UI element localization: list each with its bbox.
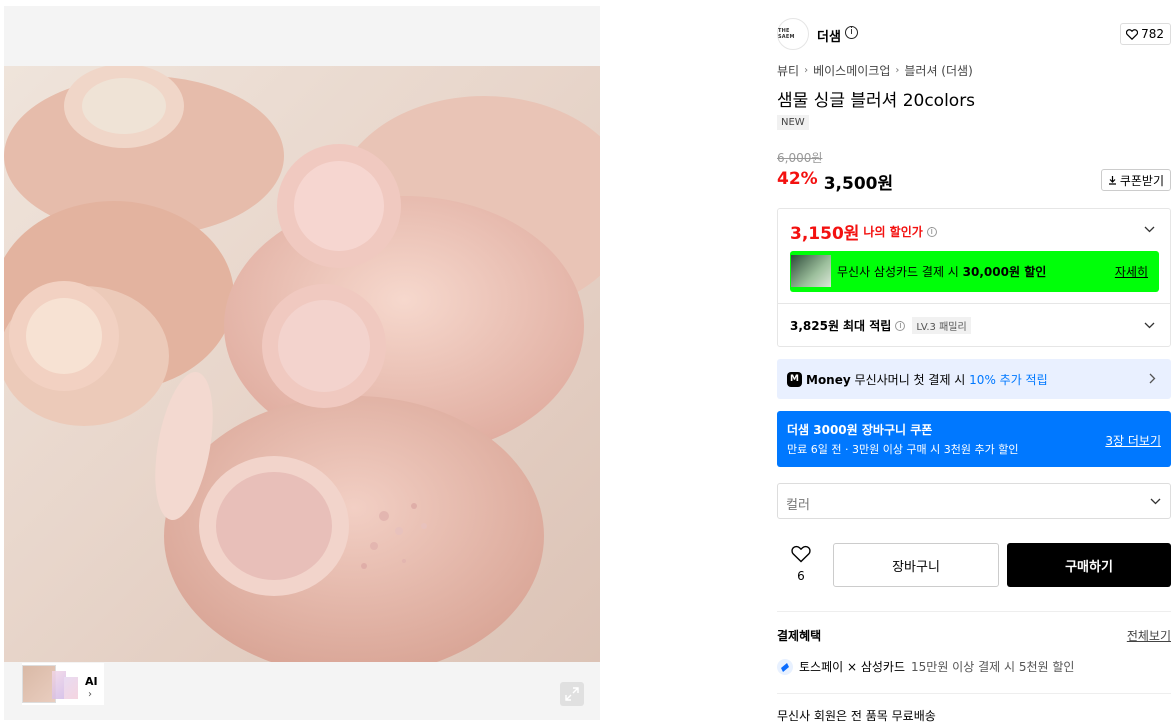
- card-detail-link[interactable]: 자세히: [1115, 263, 1148, 280]
- chevron-right-icon: ›: [804, 65, 809, 76]
- heart-icon: [791, 545, 811, 563]
- expand-button[interactable]: [560, 682, 584, 706]
- breadcrumb-item[interactable]: 베이스메이크업: [813, 62, 890, 79]
- chevron-right-icon: ›: [895, 65, 900, 76]
- payment-benefit-title: 결제혜택: [777, 629, 822, 643]
- divider: [777, 611, 1171, 612]
- breadcrumb-item[interactable]: 블러셔 (더샘): [904, 62, 972, 79]
- card-image: [791, 255, 831, 287]
- product-gallery: AI ›: [4, 6, 600, 720]
- brand-like-button[interactable]: 782: [1120, 23, 1171, 45]
- chevron-right-icon: [1149, 373, 1156, 384]
- breadcrumb-item[interactable]: 뷰티: [777, 62, 799, 79]
- color-placeholder: 컬러: [786, 498, 810, 513]
- wishlist-button[interactable]: 6: [787, 545, 815, 583]
- my-price: 3,150원: [790, 224, 860, 244]
- toss-benefit-row: 토스페이 × 삼성카드 15만원 이상 결제 시 5천원 할인: [777, 658, 1074, 675]
- new-badge: NEW: [777, 115, 809, 130]
- download-icon: [1108, 176, 1116, 185]
- level-badge: LV.3 패밀리: [912, 317, 971, 334]
- thumbnail-3[interactable]: [64, 677, 78, 699]
- original-price: 6,000원: [777, 151, 823, 165]
- cart-coupon-bar: 더샘 3000원 장바구니 쿠폰 만료 6일 전 · 3만원 이상 구매 시 3…: [777, 411, 1171, 467]
- expand-icon: [565, 687, 579, 701]
- breadcrumb: 뷰티 › 베이스메이크업 › 블러셔 (더샘): [777, 62, 973, 79]
- brand-logo[interactable]: THE SAEM: [777, 18, 809, 50]
- musinsa-money-bar[interactable]: M Money 무신사머니 첫 결제 시 10% 추가 적립: [777, 359, 1171, 399]
- divider: [778, 303, 1170, 304]
- card-discount-banner[interactable]: 무신사 삼성카드 결제 시 30,000원 할인 자세히: [790, 251, 1159, 292]
- points-row[interactable]: 3,825원 최대 적립 i LV.3 패밀리: [790, 317, 971, 334]
- coupon-subtitle: 만료 6일 전 · 3만원 이상 구매 시 3천원 추가 할인: [787, 443, 1019, 456]
- benefit-box: 3,150원 나의 할인가 i 무신사 삼성카드 결제 시 30,000원 할인…: [777, 208, 1171, 347]
- money-icon: M: [787, 372, 802, 387]
- shipping-note: 무신사 회원은 전 품목 무료배송: [777, 709, 936, 723]
- thumbnail-strip: AI ›: [22, 663, 104, 705]
- buy-now-button[interactable]: 구매하기: [1007, 543, 1171, 587]
- my-price-row[interactable]: 3,150원 나의 할인가 i: [790, 219, 937, 244]
- money-text: Money 무신사머니 첫 결제 시 10% 추가 적립: [806, 373, 1048, 387]
- toss-text: 15만원 이상 결제 시 5천원 할인: [911, 660, 1075, 674]
- blush-compacts-illustration: [4, 66, 600, 662]
- toss-brand: 토스페이 × 삼성카드: [799, 660, 906, 674]
- coupon-title: 더샘 3000원 장바구니 쿠폰: [787, 423, 933, 437]
- product-info-panel: THE SAEM 더샘 i 782 뷰티 › 베이스메이크업 › 블러셔 (더샘…: [777, 0, 1171, 724]
- add-to-cart-button[interactable]: 장바구니: [833, 543, 999, 587]
- thumbnail-1[interactable]: [22, 665, 56, 703]
- brand-row: THE SAEM 더샘 i 782: [777, 18, 1171, 50]
- info-icon[interactable]: i: [926, 226, 937, 237]
- card-discount-text: 무신사 삼성카드 결제 시 30,000원 할인: [837, 265, 1047, 279]
- brand-name[interactable]: 더샘: [817, 26, 841, 45]
- chevron-down-icon[interactable]: [1144, 322, 1155, 329]
- price-row: 42% 3,500원: [777, 169, 893, 194]
- ai-chevron-icon[interactable]: ›: [88, 689, 92, 700]
- coupon-download-label: 쿠폰받기: [1119, 173, 1164, 188]
- my-price-label: 나의 할인가: [863, 225, 923, 239]
- points-amount: 3,825원: [790, 319, 839, 333]
- chevron-down-icon: [1150, 498, 1161, 505]
- payment-view-all-link[interactable]: 전체보기: [1127, 627, 1171, 644]
- discount-rate: 42%: [777, 169, 818, 189]
- divider: [777, 693, 1171, 694]
- info-icon[interactable]: i: [845, 26, 858, 39]
- color-option-select[interactable]: 컬러: [777, 483, 1171, 519]
- brand-like-count: 782: [1141, 27, 1164, 41]
- product-title: 샘물 싱글 블러셔 20colors: [777, 91, 976, 111]
- heart-icon: [1126, 28, 1139, 40]
- chevron-down-icon[interactable]: [1144, 226, 1155, 233]
- ai-label[interactable]: AI: [85, 675, 98, 688]
- sale-price: 3,500원: [823, 174, 894, 194]
- wishlist-count: 6: [797, 569, 805, 583]
- points-label: 최대 적립: [843, 319, 892, 333]
- product-main-image[interactable]: [4, 66, 600, 662]
- coupon-more-link[interactable]: 3장 더보기: [1105, 432, 1161, 449]
- info-icon[interactable]: i: [895, 320, 906, 331]
- toss-icon: [777, 658, 793, 675]
- coupon-download-button[interactable]: 쿠폰받기: [1100, 169, 1171, 191]
